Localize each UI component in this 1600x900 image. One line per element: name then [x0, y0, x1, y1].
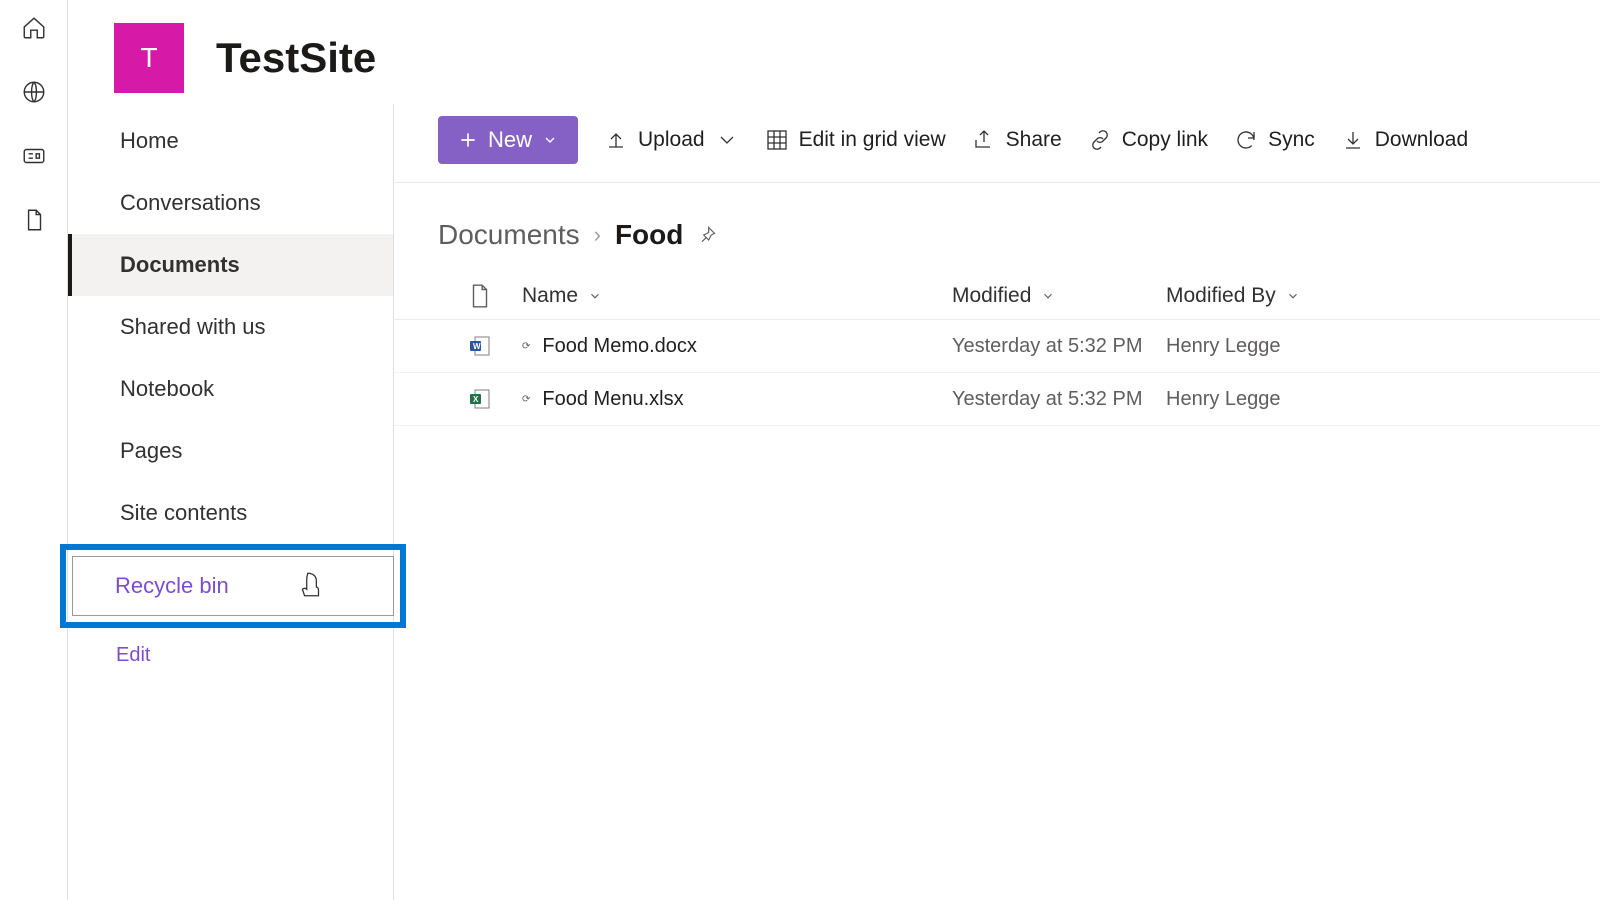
new-button-label: New [488, 127, 532, 153]
chevron-down-icon [1041, 289, 1055, 303]
upload-button[interactable]: Upload [604, 128, 739, 152]
chevron-down-icon [715, 128, 739, 152]
file-modified: Yesterday at 5:32 PM [952, 388, 1143, 411]
document-area: New Upload Edit in grid view Share [394, 104, 1600, 900]
plus-icon [458, 130, 478, 150]
globe-icon[interactable] [20, 78, 48, 106]
file-icon[interactable] [20, 206, 48, 234]
edit-grid-label: Edit in grid view [799, 128, 946, 152]
link-icon [1088, 128, 1112, 152]
site-header: T TestSite [68, 0, 1600, 104]
site-logo[interactable]: T [114, 23, 184, 93]
word-file-icon: W [468, 334, 492, 358]
svg-text:X: X [473, 395, 479, 404]
nav-recycle-bin-label: Recycle bin [115, 573, 229, 599]
chevron-down-icon [588, 289, 602, 303]
column-name-label: Name [522, 284, 578, 308]
breadcrumb: Documents › Food [394, 183, 1600, 273]
column-modified[interactable]: Modified [952, 284, 1166, 308]
share-label: Share [1006, 128, 1062, 152]
home-icon[interactable] [20, 14, 48, 42]
new-button[interactable]: New [438, 116, 578, 164]
nav-home[interactable]: Home [68, 110, 393, 172]
file-modified-by: Henry Legge [1166, 335, 1281, 358]
column-modified-label: Modified [952, 284, 1031, 308]
copy-link-label: Copy link [1122, 128, 1208, 152]
nav-recycle-bin[interactable]: Recycle bin [72, 556, 394, 616]
pin-icon[interactable] [697, 225, 717, 245]
list-row[interactable]: W ⟳ Food Memo.docx Yesterday at 5:32 PM … [394, 320, 1600, 373]
nav-recycle-bin-highlight: Recycle bin [60, 544, 406, 628]
site-title[interactable]: TestSite [216, 34, 376, 82]
share-icon [972, 128, 996, 152]
file-modified-by: Henry Legge [1166, 388, 1281, 411]
copy-link-button[interactable]: Copy link [1088, 128, 1208, 152]
sync-status-icon: ⟳ [522, 341, 530, 352]
sync-icon [1234, 128, 1258, 152]
cursor-icon [298, 570, 324, 600]
upload-label: Upload [638, 128, 705, 152]
list-header: Name Modified Modified By [394, 273, 1600, 320]
upload-icon [604, 128, 628, 152]
nav-documents[interactable]: Documents [68, 234, 393, 296]
app-rail [0, 0, 68, 900]
edit-grid-button[interactable]: Edit in grid view [765, 128, 946, 152]
nav-notebook[interactable]: Notebook [68, 358, 393, 420]
chevron-right-icon: › [594, 222, 601, 248]
file-name[interactable]: Food Memo.docx [542, 335, 697, 358]
nav-conversations[interactable]: Conversations [68, 172, 393, 234]
file-type-icon [469, 283, 491, 309]
column-type[interactable] [438, 283, 522, 309]
download-icon [1341, 128, 1365, 152]
share-button[interactable]: Share [972, 128, 1062, 152]
svg-text:W: W [473, 342, 481, 351]
file-name[interactable]: Food Menu.xlsx [542, 388, 683, 411]
nav-shared-with-us[interactable]: Shared with us [68, 296, 393, 358]
excel-file-icon: X [468, 387, 492, 411]
column-modified-by-label: Modified By [1166, 284, 1276, 308]
nav-edit[interactable]: Edit [68, 644, 393, 667]
nav-site-contents[interactable]: Site contents [68, 482, 393, 544]
toolbar: New Upload Edit in grid view Share [394, 104, 1600, 183]
chevron-down-icon [1286, 289, 1300, 303]
chevron-down-icon [542, 132, 558, 148]
grid-icon [765, 128, 789, 152]
news-icon[interactable] [20, 142, 48, 170]
breadcrumb-root[interactable]: Documents [438, 219, 580, 251]
download-label: Download [1375, 128, 1468, 152]
left-nav: Home Conversations Documents Shared with… [68, 104, 394, 900]
breadcrumb-current: Food [615, 219, 683, 251]
column-name[interactable]: Name [522, 284, 952, 308]
sync-button[interactable]: Sync [1234, 128, 1315, 152]
sync-status-icon: ⟳ [522, 394, 530, 405]
list-row[interactable]: X ⟳ Food Menu.xlsx Yesterday at 5:32 PM … [394, 373, 1600, 426]
column-modified-by[interactable]: Modified By [1166, 284, 1600, 308]
nav-pages[interactable]: Pages [68, 420, 393, 482]
file-modified: Yesterday at 5:32 PM [952, 335, 1143, 358]
sync-label: Sync [1268, 128, 1315, 152]
download-button[interactable]: Download [1341, 128, 1468, 152]
